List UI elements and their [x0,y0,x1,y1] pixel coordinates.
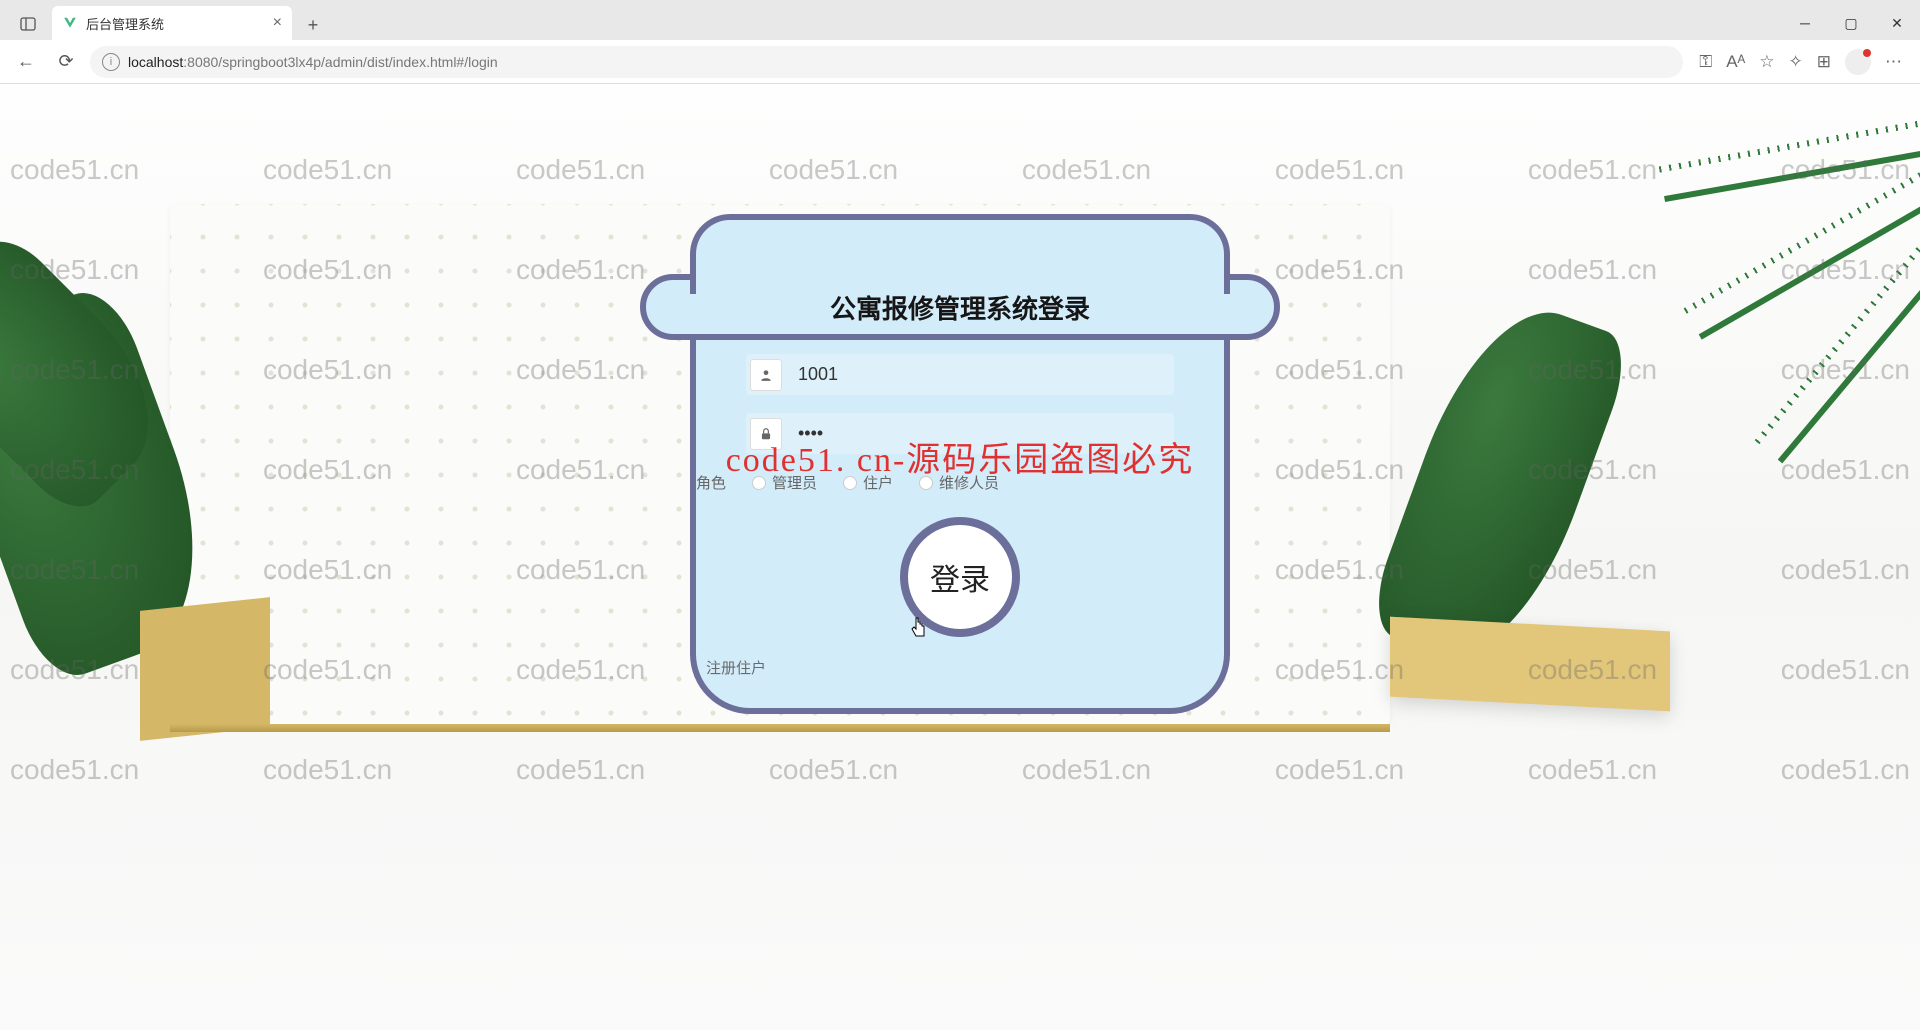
maximize-button[interactable]: ▢ [1828,7,1874,39]
close-tab-icon[interactable]: × [273,14,282,32]
cursor-icon [910,616,928,643]
favorite-icon[interactable]: ☆ [1759,52,1774,72]
url-host: localhost [128,54,183,70]
collections-icon[interactable]: ✧ [1789,52,1803,72]
user-icon [750,359,782,391]
register-resident-link[interactable]: 注册住户 [706,657,1174,678]
tab-sidebar-button[interactable] [10,8,46,40]
window-controls: ─ ▢ ✕ [1782,6,1920,40]
profile-avatar-icon[interactable] [1845,49,1871,75]
close-window-button[interactable]: ✕ [1874,7,1920,39]
tab-title: 后台管理系统 [86,14,164,33]
reader-icon[interactable]: Aᴬ [1726,52,1745,72]
login-body: 角色 管理员 住户 维修人员 登录 注册住户 [690,314,1230,714]
more-icon[interactable]: ⋯ [1885,52,1902,72]
page-viewport: code51.cncode51.cncode51.cncode51.cncode… [0,84,1920,1030]
vue-favicon-icon [62,15,78,31]
key-icon[interactable]: ⚿ [1699,52,1712,72]
url-bar[interactable]: i localhost:8080/springboot3lx4p/admin/d… [90,46,1683,78]
watermark-overlay-text: code51. cn-源码乐园盗图必究 [726,432,1195,481]
browser-chrome: 后台管理系统 × + ─ ▢ ✕ ← ⟳ i localhost:8080/sp… [0,0,1920,84]
new-tab-button[interactable]: + [298,10,328,40]
rail-decoration [170,724,1390,732]
podium-decoration [140,597,270,741]
address-bar-row: ← ⟳ i localhost:8080/springboot3lx4p/adm… [0,40,1920,84]
tab-bar: 后台管理系统 × + ─ ▢ ✕ [0,0,1920,40]
podium-decoration [1390,617,1670,712]
login-button-label: 登录 [930,555,990,599]
browser-tab[interactable]: 后台管理系统 × [52,6,292,40]
username-field [746,354,1174,395]
extensions-icon[interactable]: ⊞ [1817,52,1831,72]
refresh-button[interactable]: ⟳ [50,46,82,78]
toolbar-icons: ⚿ Aᴬ ☆ ✧ ⊞ ⋯ [1691,49,1910,75]
role-label: 角色 [696,472,726,493]
username-input[interactable] [786,354,1174,395]
login-card-lid [690,214,1230,294]
back-button[interactable]: ← [10,46,42,78]
url-path: :8080/springboot3lx4p/admin/dist/index.h… [183,54,497,70]
palm-decoration [1560,84,1920,324]
login-title: 公寓报修管理系统登录 [830,289,1090,326]
minimize-button[interactable]: ─ [1782,7,1828,39]
site-info-icon[interactable]: i [102,53,120,71]
